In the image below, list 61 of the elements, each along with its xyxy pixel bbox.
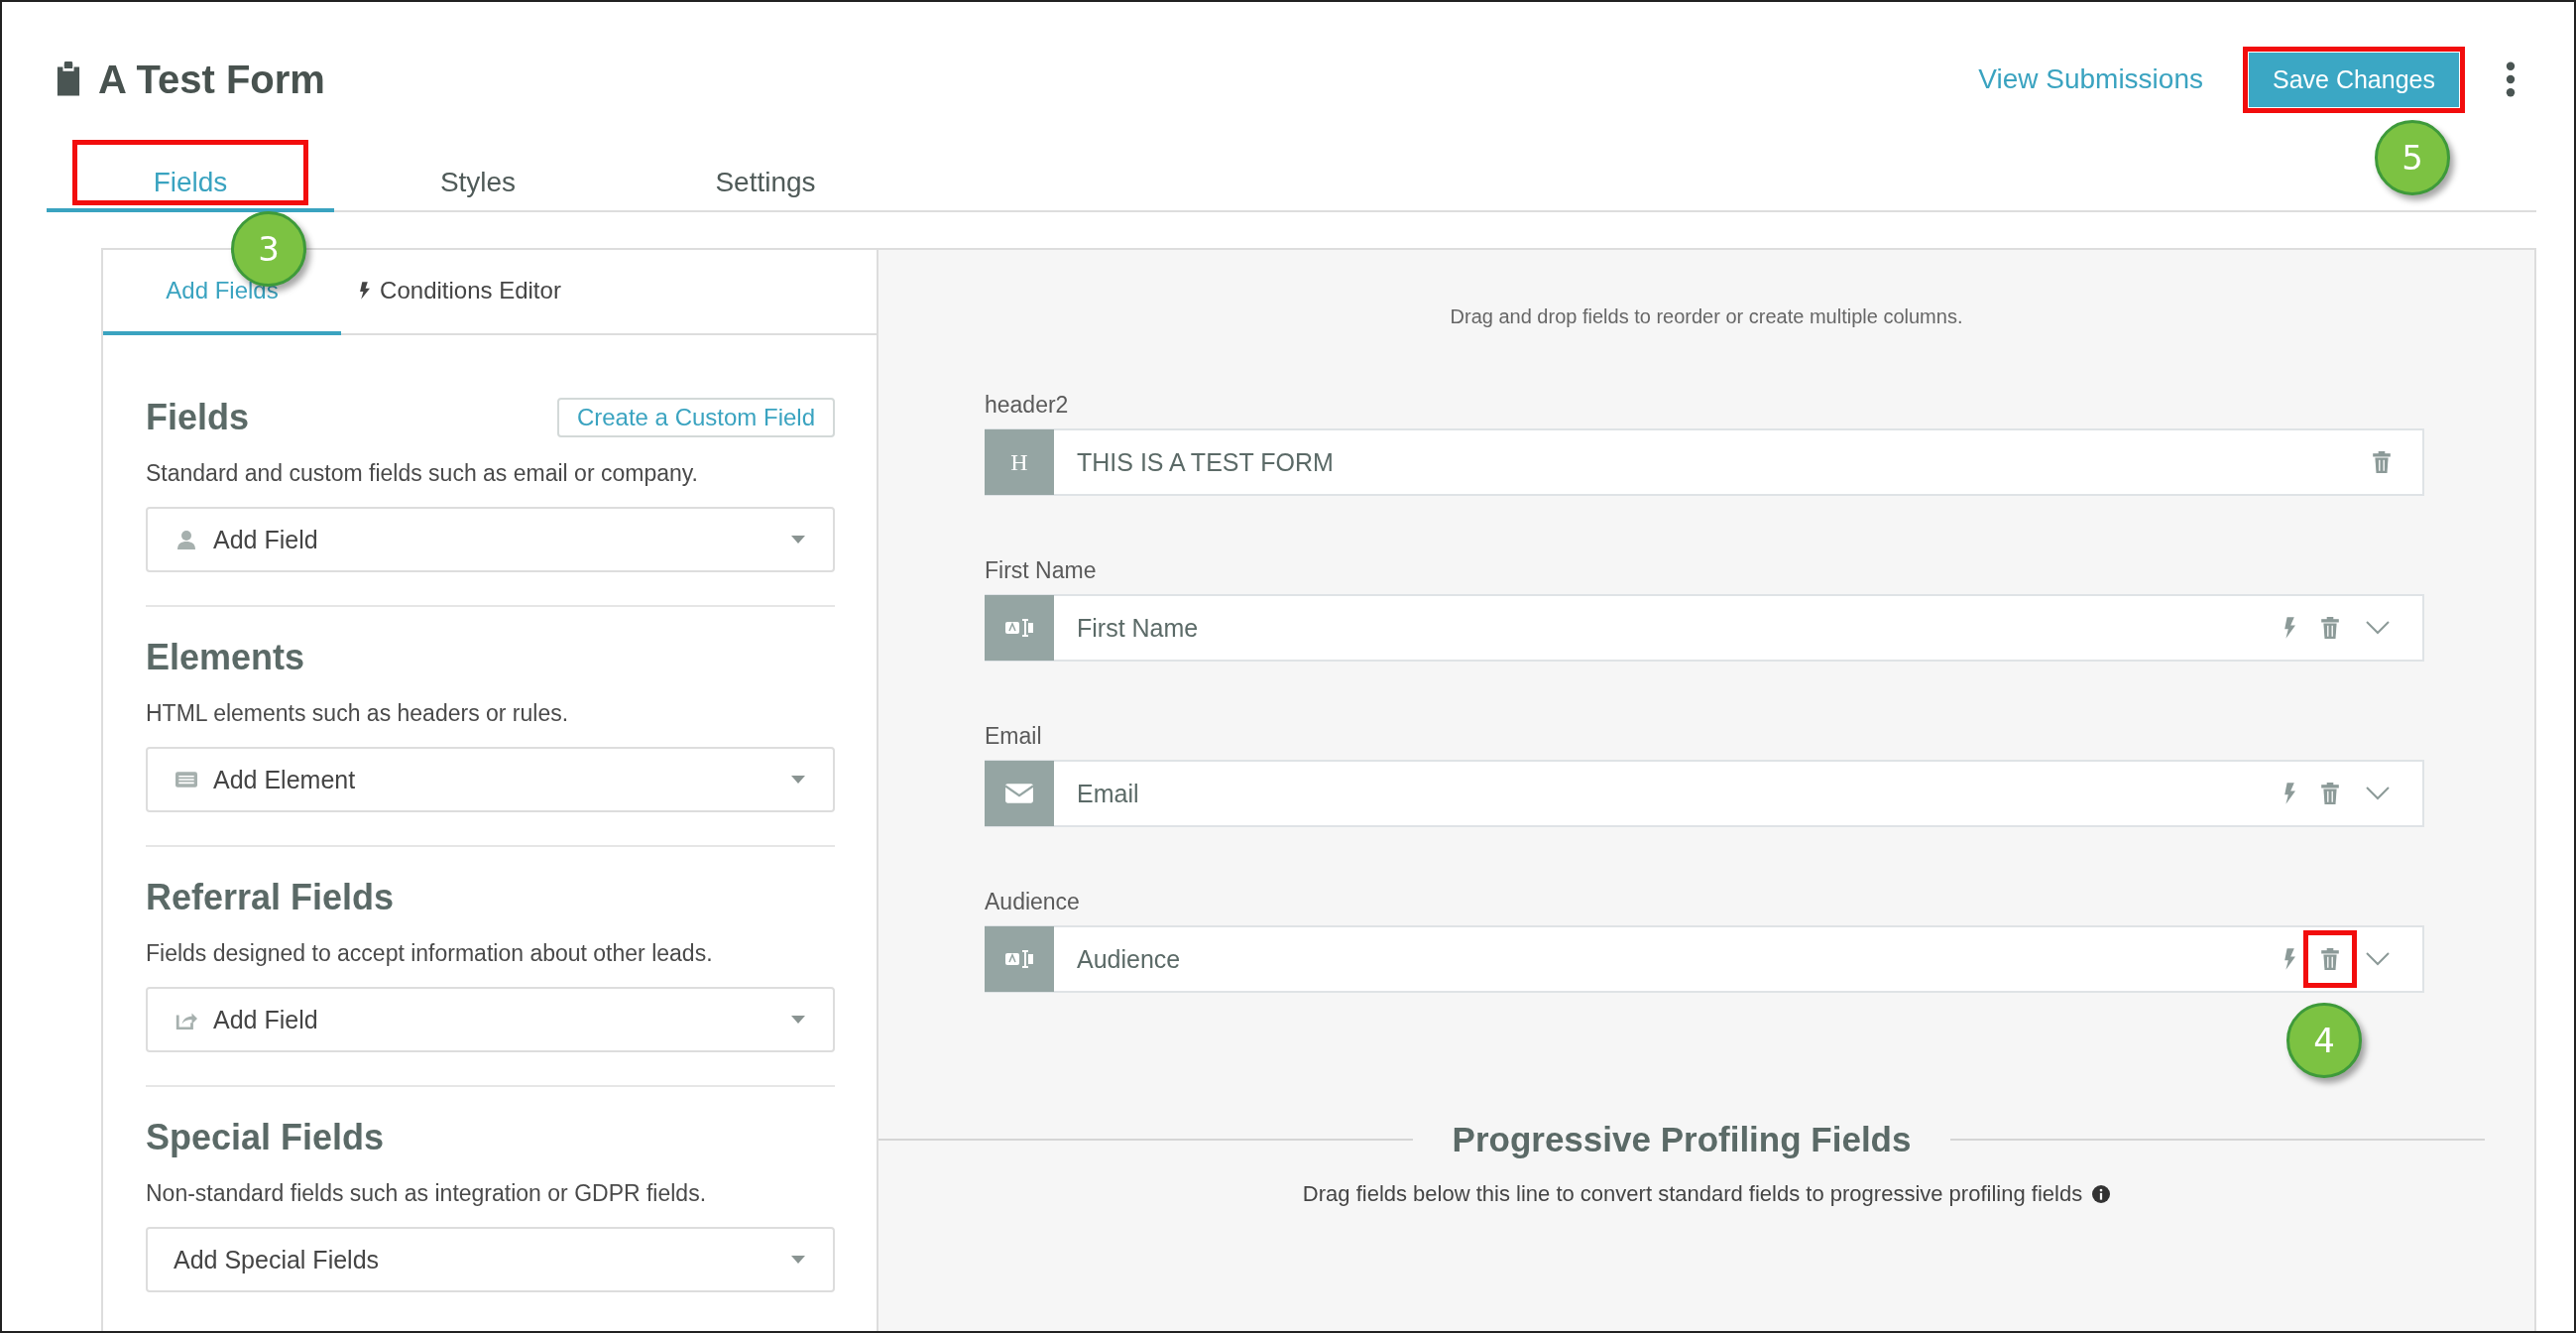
create-custom-field-button[interactable]: Create a Custom Field xyxy=(556,398,835,437)
canvas-hint: Drag and drop fields to reorder or create multiple columns. xyxy=(1450,305,1963,328)
field-value: Audience xyxy=(1077,944,1182,974)
section-description: HTML elements such as headers or rules. xyxy=(146,700,570,727)
bolt-icon[interactable] xyxy=(2283,783,2295,804)
chevron-down-icon[interactable] xyxy=(2365,621,2391,635)
section-description: Fields designed to accept information about other leads. xyxy=(146,940,714,967)
progressive-description: Drag fields below this line to convert standard fields to progressive profiling fields xyxy=(1302,1181,2083,1207)
text-input-icon xyxy=(1004,948,1034,970)
callout-badge: 4 xyxy=(2286,1003,2362,1078)
field-label: First Name xyxy=(985,557,1098,584)
progressive-heading: Progressive Profiling Fields xyxy=(1452,1120,1912,1159)
chevron-down-icon[interactable] xyxy=(2365,952,2391,966)
field-label: header2 xyxy=(985,392,1070,419)
dropdown-caret-icon xyxy=(791,776,805,784)
field-type-badge: H xyxy=(985,429,1054,495)
trash-icon xyxy=(2373,451,2391,473)
bolt-icon[interactable] xyxy=(2283,948,2295,970)
section-heading: Fields xyxy=(146,397,250,438)
field-label: Audience xyxy=(985,889,1081,915)
chevron-down-icon[interactable] xyxy=(2365,787,2391,800)
bolt-icon xyxy=(359,282,371,300)
sub-tab[interactable]: Conditions Editor xyxy=(341,250,579,335)
tab[interactable]: Settings xyxy=(622,157,909,212)
section-description: Standard and custom fields such as email or company. xyxy=(146,460,699,487)
tab[interactable]: Fields xyxy=(47,157,334,212)
tab[interactable]: Styles xyxy=(334,157,622,212)
section-heading: Elements xyxy=(146,637,305,678)
trash-icon xyxy=(2321,948,2339,970)
section-heading: Special Fields xyxy=(146,1117,385,1158)
add-dropdown[interactable]: Add Element xyxy=(146,747,835,812)
view-submissions-link[interactable]: View Submissions xyxy=(1978,63,2203,95)
add-dropdown[interactable]: Add Field xyxy=(146,987,835,1052)
dropdown-caret-icon xyxy=(791,1016,805,1024)
field-value: THIS IS A TEST FORM xyxy=(1077,447,1335,477)
trash-icon xyxy=(2321,617,2339,639)
more-options-icon[interactable] xyxy=(2505,61,2517,97)
text-input-icon xyxy=(1004,617,1034,639)
envelope-icon xyxy=(1004,783,1034,804)
dropdown-caret-icon xyxy=(791,536,805,544)
form-field-row[interactable]: First Name xyxy=(985,594,2424,662)
clipboard-icon xyxy=(55,61,82,97)
section-description: Non-standard fields such as integration or GDPR fields. xyxy=(146,1180,708,1207)
add-dropdown[interactable]: Add Field xyxy=(146,507,835,572)
person-icon xyxy=(176,530,197,549)
section-heading: Referral Fields xyxy=(146,877,395,918)
form-field-row[interactable]: H THIS IS A TEST FORM xyxy=(985,428,2424,496)
callout-badge: 5 xyxy=(2375,119,2450,195)
add-dropdown[interactable]: Add Special Fields xyxy=(146,1227,835,1292)
info-icon[interactable] xyxy=(2092,1185,2111,1203)
form-title: A Test Form xyxy=(98,57,325,102)
form-field-row[interactable]: Audience xyxy=(985,925,2424,993)
field-value: Email xyxy=(1077,779,1140,808)
delete-button[interactable] xyxy=(2303,930,2357,988)
dropdown-caret-icon xyxy=(791,1256,805,1264)
form-field-row[interactable]: Email xyxy=(985,760,2424,827)
field-label: Email xyxy=(985,723,1043,750)
field-value: First Name xyxy=(1077,613,1200,643)
list-icon xyxy=(176,770,197,789)
bolt-icon[interactable] xyxy=(2283,617,2295,639)
trash-icon xyxy=(2321,783,2339,804)
